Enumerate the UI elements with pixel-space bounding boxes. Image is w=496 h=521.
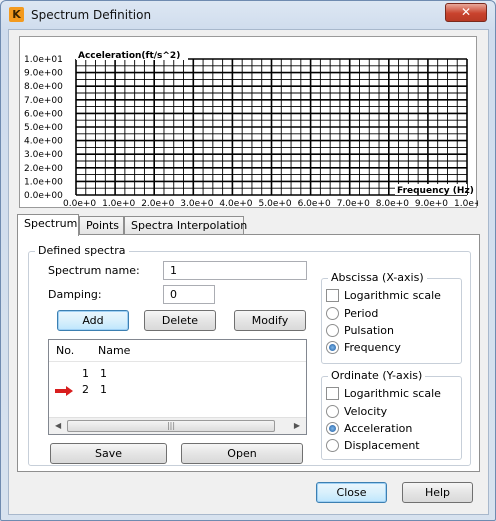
x-tick-label: 8.0e+0 xyxy=(376,199,409,209)
damping-label: Damping: xyxy=(48,288,102,301)
ordinate-group: Ordinate (Y-axis) Logarithmic scale Velo… xyxy=(321,369,462,460)
tab-panel-spectrum: Defined spectra Spectrum name: 1 Damping… xyxy=(17,234,480,472)
y-tick-label: 8.0e+00 xyxy=(24,82,63,92)
x-tick-label: 4.0e+0 xyxy=(219,199,252,209)
red-arrow-icon xyxy=(55,386,73,396)
defined-spectra-title: Defined spectra xyxy=(35,244,129,257)
y-tick-label: 2.0e+00 xyxy=(24,164,63,174)
column-name[interactable]: Name xyxy=(98,344,130,357)
y-tick-label: 7.0e+00 xyxy=(24,96,63,106)
add-button[interactable]: Add xyxy=(57,310,129,331)
chart-svg: 1.0e+01 9.0e+00 8.0e+00 7.0e+00 6.0e+00 5.0e+… xyxy=(24,49,478,209)
acceleration-label: Acceleration xyxy=(344,422,413,435)
scroll-right-icon[interactable]: ▶ xyxy=(294,421,300,430)
damping-input[interactable]: 0 xyxy=(163,285,215,304)
y-axis-title: Acceleration(ft/s^2) xyxy=(78,51,180,61)
radio-velocity[interactable] xyxy=(326,405,339,418)
spectrum-name-label: Spectrum name: xyxy=(48,264,140,277)
x-tick-label: 1.0e+01 xyxy=(454,199,478,209)
table-row[interactable]: 2 1 xyxy=(49,382,306,398)
row-name: 1 xyxy=(100,367,107,380)
defined-spectra-group: Defined spectra Spectrum name: 1 Damping… xyxy=(28,244,471,466)
help-button[interactable]: Help xyxy=(402,482,473,503)
radio-period[interactable] xyxy=(326,307,339,320)
scroll-left-icon[interactable]: ◀ xyxy=(55,421,61,430)
dialog-window: K Spectrum Definition ✕ 1.0e+01 9.0e+00 8.… xyxy=(0,0,496,521)
window-title: Spectrum Definition xyxy=(31,8,152,22)
horizontal-scrollbar[interactable]: ◀ ||| ▶ xyxy=(49,417,306,434)
abscissa-group: Abscissa (X-axis) Logarithmic scale Peri… xyxy=(321,271,462,364)
radio-pulsation[interactable] xyxy=(326,324,339,337)
abscissa-log-checkbox[interactable] xyxy=(326,289,339,302)
y-tick-label: 1.0e+00 xyxy=(24,177,63,187)
x-tick-label: 6.0e+0 xyxy=(298,199,331,209)
radio-frequency[interactable] xyxy=(326,341,339,354)
table-row[interactable]: 1 1 xyxy=(49,366,306,382)
y-tick-label: 5.0e+00 xyxy=(24,123,63,133)
ordinate-log-checkbox[interactable] xyxy=(326,387,339,400)
modify-button[interactable]: Modify xyxy=(234,310,306,331)
tab-spectra-interpolation[interactable]: Spectra Interpolation xyxy=(124,216,247,235)
row-no: 2 xyxy=(82,383,89,396)
title-bar[interactable]: K Spectrum Definition ✕ xyxy=(1,1,495,29)
row-name: 1 xyxy=(100,383,107,396)
window-close-button[interactable]: ✕ xyxy=(445,3,487,22)
abscissa-title: Abscissa (X-axis) xyxy=(328,271,427,284)
radio-acceleration[interactable] xyxy=(326,422,339,435)
spectrum-name-input[interactable]: 1 xyxy=(163,261,307,280)
y-tick-label: 9.0e+00 xyxy=(24,69,63,79)
spectrum-chart: 1.0e+01 9.0e+00 8.0e+00 7.0e+00 6.0e+00 5.0e+… xyxy=(19,36,478,209)
x-tick-label: 5.0e+0 xyxy=(259,199,292,209)
x-tick-label: 2.0e+0 xyxy=(141,199,174,209)
frequency-label: Frequency xyxy=(344,341,401,354)
column-no[interactable]: No. xyxy=(56,344,74,357)
x-tick-label: 0.0e+0 xyxy=(63,199,96,209)
x-tick-label: 9.0e+0 xyxy=(415,199,448,209)
y-tick-label: 0.0e+00 xyxy=(24,191,63,201)
period-label: Period xyxy=(344,307,379,320)
row-no: 1 xyxy=(82,367,89,380)
tab-spectrum[interactable]: Spectrum xyxy=(17,214,79,236)
scroll-thumb[interactable]: ||| xyxy=(67,420,275,432)
pulsation-label: Pulsation xyxy=(344,324,395,337)
velocity-label: Velocity xyxy=(344,405,388,418)
list-header: No. Name xyxy=(49,340,306,362)
radio-displacement[interactable] xyxy=(326,439,339,452)
ordinate-title: Ordinate (Y-axis) xyxy=(328,369,426,382)
dialog-body: 1.0e+01 9.0e+00 8.0e+00 7.0e+00 6.0e+00 5.0e+… xyxy=(8,29,489,515)
close-button[interactable]: Close xyxy=(316,482,387,503)
x-tick-label: 7.0e+0 xyxy=(337,199,370,209)
x-tick-label: 3.0e+0 xyxy=(180,199,213,209)
x-tick-label: 1.0e+0 xyxy=(102,199,135,209)
y-tick-label: 3.0e+00 xyxy=(24,150,63,160)
ordinate-log-label: Logarithmic scale xyxy=(344,387,441,400)
y-tick-label: 4.0e+00 xyxy=(24,137,63,147)
abscissa-log-label: Logarithmic scale xyxy=(344,289,441,302)
save-button[interactable]: Save xyxy=(50,443,167,464)
app-logo-icon: K xyxy=(9,7,24,22)
tab-points[interactable]: Points xyxy=(79,216,124,235)
x-axis-title: Frequency (Hz) xyxy=(397,186,474,196)
delete-button[interactable]: Delete xyxy=(144,310,216,331)
y-tick-label: 6.0e+00 xyxy=(24,109,63,119)
y-tick-label: 1.0e+01 xyxy=(24,55,63,65)
open-button[interactable]: Open xyxy=(181,443,303,464)
displacement-label: Displacement xyxy=(344,439,420,452)
spectra-list[interactable]: No. Name 1 1 2 1 ◀ ||| ▶ xyxy=(48,339,307,435)
